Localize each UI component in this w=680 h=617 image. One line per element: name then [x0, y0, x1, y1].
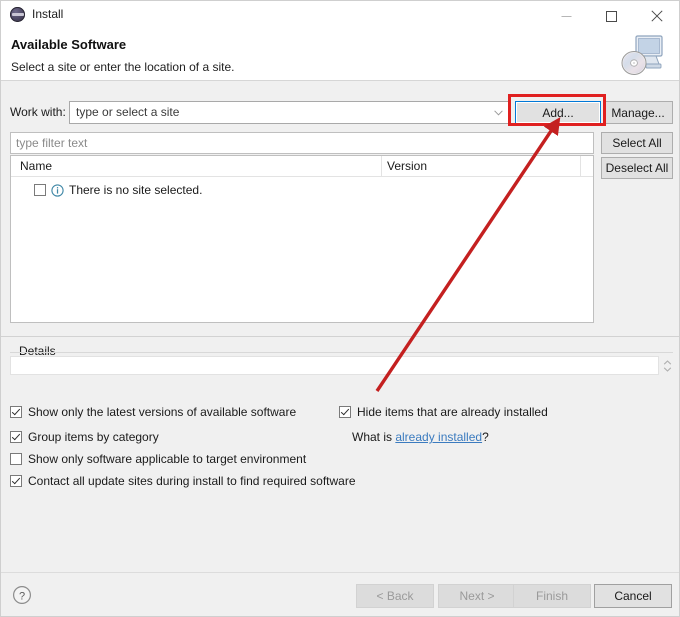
- window-title: Install: [32, 7, 64, 21]
- option-label: Contact all update sites during install …: [28, 474, 356, 488]
- filter-input[interactable]: type filter text: [10, 132, 594, 154]
- column-header-name[interactable]: Name: [20, 159, 52, 173]
- select-all-button[interactable]: Select All: [601, 132, 673, 154]
- table-row[interactable]: There is no site selected.: [11, 180, 593, 200]
- svg-text:?: ?: [19, 590, 25, 602]
- option-contact-all-update-sites[interactable]: Contact all update sites during install …: [10, 474, 356, 488]
- option-label: Show only software applicable to target …: [28, 452, 307, 466]
- wizard-header: Available Software Select a site or ente…: [1, 31, 679, 81]
- site-combo[interactable]: type or select a site: [69, 101, 509, 124]
- site-combo-placeholder: type or select a site: [76, 105, 180, 119]
- page-title: Available Software: [11, 37, 127, 52]
- help-icon[interactable]: ?: [12, 585, 32, 605]
- option-checkbox[interactable]: [10, 406, 22, 418]
- finish-button[interactable]: Finish: [513, 584, 591, 608]
- computer-with-disc-icon: [621, 35, 663, 75]
- minimize-button[interactable]: [544, 1, 589, 31]
- what-is-prefix: What is: [352, 430, 396, 444]
- option-checkbox[interactable]: [10, 475, 22, 487]
- window-controls: [544, 1, 679, 31]
- details-field[interactable]: [10, 356, 659, 375]
- title-bar: Install: [1, 1, 679, 31]
- row-label: There is no site selected.: [69, 183, 203, 197]
- what-is-already-installed: What is already installed?: [352, 430, 489, 444]
- software-table: Name Version There is no site selected.: [10, 155, 594, 323]
- table-header: Name Version: [11, 156, 593, 177]
- option-checkbox[interactable]: [10, 453, 22, 465]
- option-checkbox[interactable]: [339, 406, 351, 418]
- details-scroll-spinner[interactable]: [662, 356, 673, 376]
- maximize-button[interactable]: [589, 1, 634, 31]
- details-separator: [1, 336, 679, 337]
- option-show-latest-versions[interactable]: Show only the latest versions of availab…: [10, 405, 296, 419]
- option-label: Show only the latest versions of availab…: [28, 405, 297, 419]
- chevron-down-icon: [494, 110, 503, 116]
- eclipse-install-icon: [10, 7, 25, 22]
- close-icon: [650, 10, 663, 22]
- column-divider[interactable]: [580, 156, 581, 177]
- details-group: Details: [10, 344, 673, 392]
- option-applicable-to-target[interactable]: Show only software applicable to target …: [10, 452, 306, 466]
- option-group-by-category[interactable]: Group items by category: [10, 430, 159, 444]
- info-icon: [51, 183, 64, 197]
- already-installed-link[interactable]: already installed: [395, 430, 482, 444]
- work-with-label: Work with:: [10, 105, 66, 119]
- close-button[interactable]: [634, 1, 679, 31]
- dialog-body: Work with: type or select a site Add... …: [1, 82, 679, 572]
- what-is-suffix: ?: [482, 430, 489, 444]
- minimize-icon: [561, 15, 572, 17]
- dialog-footer: ? < Back Next > Finish Cancel: [1, 572, 679, 616]
- filter-placeholder: type filter text: [16, 136, 88, 150]
- option-label: Hide items that are already installed: [357, 405, 548, 419]
- option-hide-installed-items[interactable]: Hide items that are already installed: [339, 405, 548, 419]
- deselect-all-button[interactable]: Deselect All: [601, 157, 673, 179]
- option-checkbox[interactable]: [10, 431, 22, 443]
- cancel-button[interactable]: Cancel: [594, 584, 672, 608]
- option-label: Group items by category: [28, 430, 159, 444]
- work-with-row: Work with: type or select a site Add... …: [1, 101, 679, 125]
- manage-sites-button[interactable]: Manage...: [603, 101, 673, 124]
- maximize-icon: [606, 10, 617, 22]
- install-dialog: Install Available Software Select a site…: [0, 0, 680, 617]
- next-button[interactable]: Next >: [438, 584, 516, 608]
- column-header-version[interactable]: Version: [387, 159, 427, 173]
- row-checkbox[interactable]: [34, 184, 46, 196]
- add-site-button[interactable]: Add...: [515, 101, 601, 124]
- column-divider[interactable]: [381, 156, 382, 177]
- page-subtitle: Select a site or enter the location of a…: [11, 60, 235, 74]
- back-button[interactable]: < Back: [356, 584, 434, 608]
- title-bar-left: Install: [10, 7, 63, 22]
